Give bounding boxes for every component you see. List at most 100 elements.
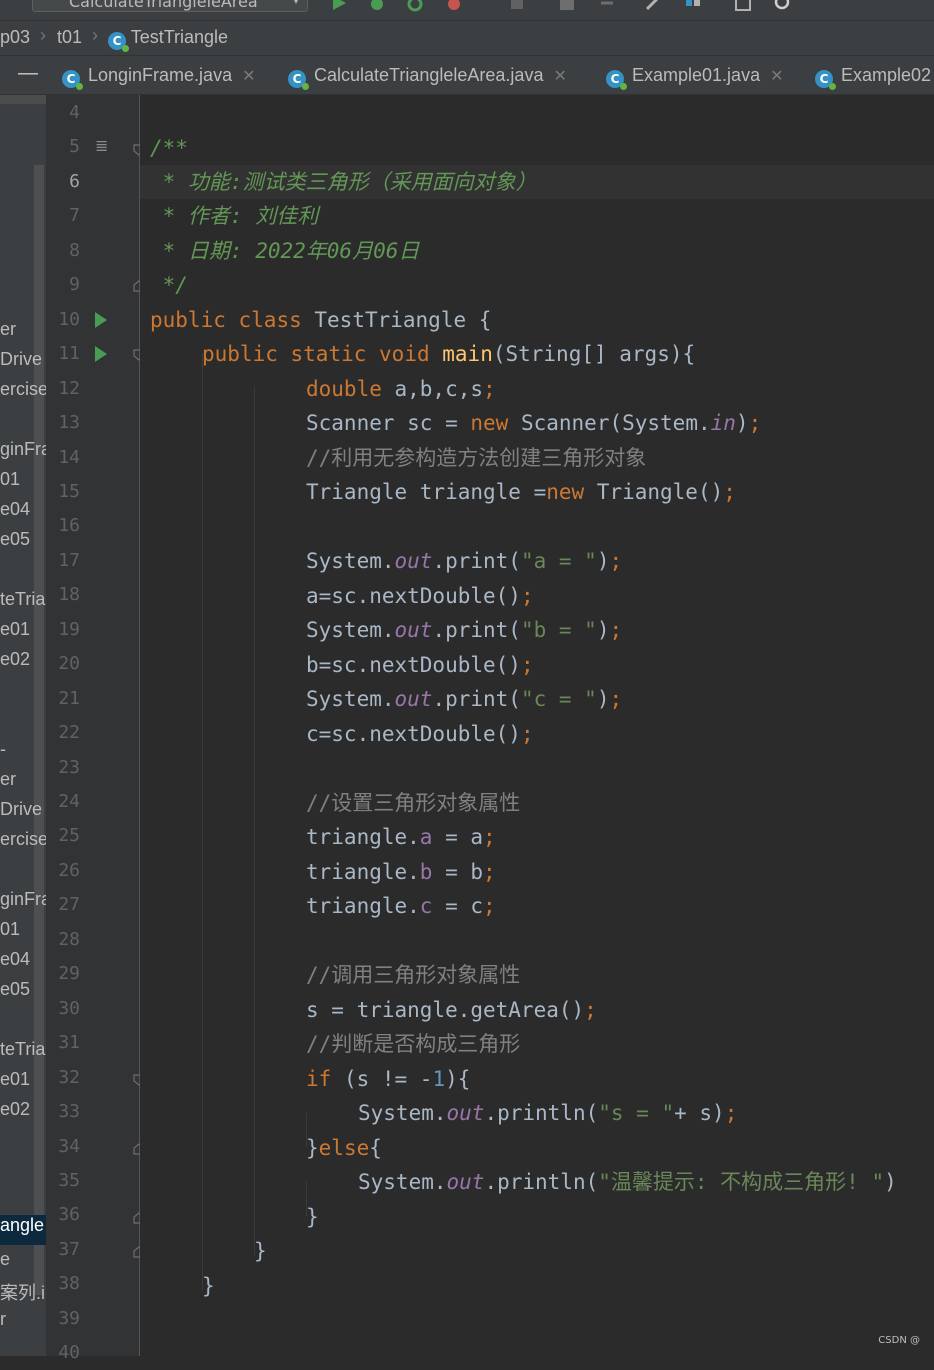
line-number: 25 [58, 825, 80, 847]
project-tree-item[interactable]: teTria [0, 1039, 45, 1060]
close-icon[interactable]: ✕ [770, 68, 783, 85]
line-number: 36 [58, 1204, 80, 1226]
project-tree-item[interactable]: - [0, 739, 6, 760]
string-literal: "a = " [520, 549, 597, 573]
run-configuration-select[interactable]: CalculateTriangleleArea ▾ [32, 0, 308, 12]
project-tree-item[interactable]: e04 [0, 499, 30, 520]
project-tree-item[interactable]: e [0, 1249, 10, 1270]
breadcrumb-item-package[interactable]: p03 [0, 27, 30, 48]
field: c [419, 894, 433, 918]
vcs-commit-icon[interactable] [598, 0, 616, 12]
code-text: Triangle() [584, 480, 724, 504]
project-tree-item[interactable]: er [0, 769, 16, 790]
string-literal: "c = " [520, 687, 597, 711]
java-class-icon: C [815, 70, 836, 90]
keyword: public [150, 308, 226, 332]
panel-header-accent [0, 95, 46, 104]
code-text: } [306, 1205, 319, 1229]
code-line-7: * 作者: 刘佳利 [150, 199, 319, 233]
code-editor[interactable]: /** * 功能:测试类三角形（采用面向对象） * 作者: 刘佳利 * 日期: … [140, 95, 934, 1356]
project-tree-item[interactable]: Drive [0, 349, 42, 370]
string-literal: "b = " [520, 618, 597, 642]
project-tree-item[interactable]: 01 [0, 919, 20, 940]
line-number: 27 [58, 894, 80, 916]
static-field: out [446, 1101, 485, 1125]
code-line-33: System.out.println("s = "+ s); [358, 1096, 737, 1130]
field: b [419, 860, 433, 884]
project-scrollbar[interactable] [34, 165, 44, 1295]
project-tree-item[interactable]: ginFra [0, 889, 46, 910]
close-icon[interactable]: ✕ [553, 68, 566, 85]
tab-calculatetriangleleareaa[interactable]: C CalculateTriangleleArea.java ✕ [288, 56, 567, 94]
editor-tab-bar: — C LonginFrame.java ✕ C CalculateTrianglel… [0, 56, 934, 95]
project-tree-item[interactable]: 案列.im [0, 1279, 46, 1305]
doc-comment: * 日期: 2022年06月06日 [150, 239, 420, 263]
doc-render-icon[interactable]: ≣ [95, 136, 108, 155]
run-main-icon[interactable] [95, 346, 107, 362]
code-line-12: double a,b,c,s; [306, 372, 496, 406]
code-line-10: public class TestTriangle { [150, 303, 491, 337]
semicolon: ; [483, 894, 496, 918]
project-tree-item[interactable]: e02 [0, 649, 30, 670]
project-tree-item[interactable]: e01 [0, 1069, 30, 1090]
project-tree-item[interactable]: ginFra [0, 439, 46, 460]
project-tree-item[interactable]: er [0, 319, 16, 340]
collapse-icon[interactable]: — [18, 62, 38, 85]
vcs-update-icon[interactable] [558, 0, 576, 12]
keyword: new [470, 411, 509, 435]
breadcrumb-class-label: TestTriangle [130, 27, 229, 47]
close-icon[interactable]: ✕ [242, 68, 255, 85]
indent-guide [202, 353, 203, 1290]
semicolon: ; [520, 584, 534, 608]
line-number: 37 [58, 1238, 80, 1260]
line-number: 8 [69, 239, 80, 261]
tab-label: Example01.java [632, 65, 761, 85]
line-number: 24 [58, 791, 80, 812]
code-line-30: s = triangle.getArea(); [306, 993, 597, 1027]
keyword: if [306, 1067, 332, 1091]
chevron-right-icon: › [92, 25, 98, 45]
debug-icon[interactable] [368, 0, 386, 12]
semicolon: ; [483, 825, 496, 849]
project-tree-item[interactable]: ercise [0, 829, 46, 850]
keyword: void [379, 342, 430, 366]
build-icon[interactable] [644, 0, 662, 12]
project-tree-item[interactable]: ercise [0, 379, 46, 400]
method-name: main [442, 342, 493, 366]
sdk-icon[interactable] [734, 0, 752, 12]
line-number: 9 [69, 274, 80, 296]
code-line-15: Triangle triangle =new Triangle(); [306, 475, 736, 509]
code-text: ) [596, 687, 610, 711]
breadcrumb-item-subpackage[interactable]: t01 [57, 27, 82, 48]
breadcrumb-item-class[interactable]: C TestTriangle [108, 27, 229, 52]
project-tree-item[interactable]: e02 [0, 1099, 30, 1120]
project-tree-item[interactable]: r [0, 1309, 6, 1330]
tab-label: LonginFrame.java [88, 65, 233, 85]
code-text: .print( [432, 549, 521, 573]
line-number: 28 [58, 928, 80, 950]
project-structure-icon[interactable] [684, 0, 702, 12]
run-class-icon[interactable] [95, 312, 107, 328]
profile-icon[interactable] [446, 0, 464, 12]
code-text: = a [432, 825, 484, 849]
tab-example02[interactable]: C Example02 [815, 56, 931, 94]
line-number: 35 [58, 1169, 80, 1191]
run-icon[interactable] [330, 0, 348, 12]
project-tree-item[interactable]: e04 [0, 949, 30, 970]
code-line-20: b=sc.nextDouble(); [306, 648, 534, 682]
project-tree-item-selected[interactable]: angle [0, 1215, 46, 1245]
project-tree-item[interactable]: e05 [0, 979, 30, 1000]
project-tree-item[interactable]: e05 [0, 529, 30, 550]
tab-example01[interactable]: C Example01.java ✕ [606, 56, 783, 94]
semicolon: ; [483, 377, 496, 401]
project-tree-item[interactable]: e01 [0, 619, 30, 640]
coverage-icon[interactable] [406, 0, 424, 12]
stop-icon[interactable] [508, 0, 526, 12]
project-tree-item[interactable]: 01 [0, 469, 20, 490]
tab-longinframe[interactable]: C LonginFrame.java ✕ [62, 56, 256, 94]
project-tree-item[interactable]: teTria [0, 589, 45, 610]
search-icon[interactable] [774, 0, 792, 12]
field: a [419, 825, 433, 849]
keyword: double [306, 377, 382, 401]
project-tree-item[interactable]: Drive [0, 799, 42, 820]
